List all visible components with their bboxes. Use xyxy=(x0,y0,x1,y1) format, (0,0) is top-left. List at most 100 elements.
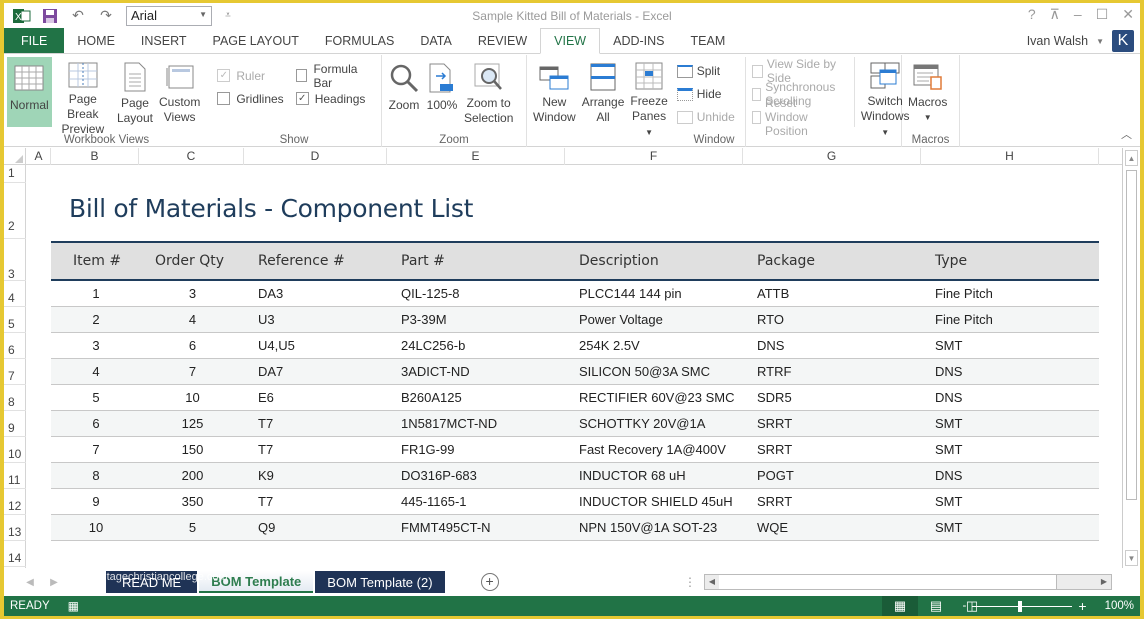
page-layout-view-icon[interactable]: ▤ xyxy=(918,596,954,616)
ruler-checkbox[interactable]: ✓ Ruler xyxy=(217,67,283,84)
cell-description[interactable]: 254K 2.5V xyxy=(565,338,743,353)
row-header[interactable]: 3 xyxy=(4,239,26,281)
normal-view-button[interactable]: Normal xyxy=(7,57,52,127)
close-icon[interactable]: ✕ xyxy=(1122,6,1134,23)
row-header[interactable]: 14 xyxy=(4,541,26,567)
font-name-box[interactable]: Arial ▼ xyxy=(126,5,212,26)
cell-type[interactable]: SMT xyxy=(921,494,1099,509)
cell-type[interactable]: SMT xyxy=(921,442,1099,457)
cell-description[interactable]: Power Voltage xyxy=(565,312,743,327)
header-reference[interactable]: Reference # xyxy=(244,253,387,269)
cell-item[interactable]: 8 xyxy=(51,468,141,483)
tab-insert[interactable]: INSERT xyxy=(128,28,200,53)
col-header-g[interactable]: G xyxy=(743,148,921,165)
new-window-button[interactable]: New Window xyxy=(530,57,579,127)
horizontal-scroll-thumb[interactable] xyxy=(719,575,1057,589)
cell-type[interactable]: SMT xyxy=(921,416,1099,431)
cell-reference[interactable]: E6 xyxy=(244,390,387,405)
row-header[interactable]: 13 xyxy=(4,515,26,541)
cell-description[interactable]: SCHOTTKY 20V@1A xyxy=(565,416,743,431)
cell-part[interactable]: 24LC256-b xyxy=(387,338,565,353)
cell-package[interactable]: RTO xyxy=(743,312,921,327)
cell-type[interactable]: DNS xyxy=(921,364,1099,379)
cell-reference[interactable]: K9 xyxy=(244,468,387,483)
save-icon[interactable] xyxy=(38,5,62,27)
view-side-by-side-button[interactable]: View Side by Side xyxy=(751,57,840,85)
cell-item[interactable]: 3 xyxy=(51,338,141,353)
scroll-up-icon[interactable]: ▲ xyxy=(1125,150,1138,166)
freeze-panes-button[interactable]: Freeze Panes ▼ xyxy=(627,57,670,137)
tab-splitter-handle[interactable]: ⋮ xyxy=(684,575,696,589)
cell-order-qty[interactable]: 6 xyxy=(141,338,244,353)
page-layout-button[interactable]: Page Layout xyxy=(114,57,156,127)
cell-type[interactable]: Fine Pitch xyxy=(921,286,1099,301)
cell-order-qty[interactable]: 150 xyxy=(141,442,244,457)
cell-package[interactable]: SRRT xyxy=(743,442,921,457)
tab-formulas[interactable]: FORMULAS xyxy=(312,28,407,53)
cell-part[interactable]: P3-39M xyxy=(387,312,565,327)
tab-home[interactable]: HOME xyxy=(64,28,128,53)
headings-checkbox[interactable]: ✓ Headings xyxy=(295,90,372,107)
zoom-to-selection-button[interactable]: Zoom to Selection xyxy=(461,57,516,127)
cell-part[interactable]: 445-1165-1 xyxy=(387,494,565,509)
tab-file[interactable]: FILE xyxy=(4,28,65,53)
reset-window-position-button[interactable]: Reset Window Position xyxy=(751,96,840,138)
row-header[interactable]: 11 xyxy=(4,463,26,489)
tab-page-layout[interactable]: PAGE LAYOUT xyxy=(200,28,312,53)
tab-add-ins[interactable]: ADD-INS xyxy=(600,28,677,53)
header-order-qty[interactable]: Order Qty xyxy=(141,253,244,269)
horizontal-scrollbar[interactable]: ◀ ▶ xyxy=(704,574,1112,590)
cell-package[interactable]: ATTB xyxy=(743,286,921,301)
cell-order-qty[interactable]: 7 xyxy=(141,364,244,379)
split-button[interactable]: Split xyxy=(676,61,735,81)
row-header[interactable]: 6 xyxy=(4,333,26,359)
row-header[interactable]: 4 xyxy=(4,281,26,307)
row-header[interactable]: 2 xyxy=(4,183,26,239)
cell-reference[interactable]: DA7 xyxy=(244,364,387,379)
vertical-scroll-thumb[interactable] xyxy=(1126,170,1137,500)
cell-order-qty[interactable]: 4 xyxy=(141,312,244,327)
tab-team[interactable]: TEAM xyxy=(678,28,739,53)
row-header[interactable]: 5 xyxy=(4,307,26,333)
cell-item[interactable]: 7 xyxy=(51,442,141,457)
zoom-slider[interactable] xyxy=(972,600,1073,612)
header-part[interactable]: Part # xyxy=(387,253,565,269)
cell-order-qty[interactable]: 10 xyxy=(141,390,244,405)
scroll-down-icon[interactable]: ▼ xyxy=(1125,550,1138,566)
cell-reference[interactable]: U3 xyxy=(244,312,387,327)
cell-description[interactable]: RECTIFIER 60V@23 SMC xyxy=(565,390,743,405)
help-icon[interactable]: ? xyxy=(1028,6,1036,23)
collapse-ribbon-icon[interactable]: ︿ xyxy=(1121,126,1132,142)
customize-qat-icon[interactable]: ⩡ xyxy=(216,5,240,27)
cell-part[interactable]: 1N5817MCT-ND xyxy=(387,416,565,431)
maximize-icon[interactable]: ☐ xyxy=(1096,6,1109,23)
tab-view[interactable]: VIEW xyxy=(540,28,601,54)
zoom-button[interactable]: Zoom xyxy=(385,57,423,127)
custom-views-button[interactable]: Custom Views xyxy=(156,57,203,127)
cell-order-qty[interactable]: 350 xyxy=(141,494,244,509)
macros-button[interactable]: Macros ▼ xyxy=(905,57,950,127)
arrange-all-button[interactable]: Arrange All xyxy=(579,57,628,127)
header-item[interactable]: Item # xyxy=(51,253,141,269)
tab-data[interactable]: DATA xyxy=(407,28,464,53)
cell-item[interactable]: 6 xyxy=(51,416,141,431)
col-header-d[interactable]: D xyxy=(244,148,387,165)
row-header[interactable]: 8 xyxy=(4,385,26,411)
cell-package[interactable]: SRRT xyxy=(743,416,921,431)
cell-reference[interactable]: T7 xyxy=(244,494,387,509)
cell-description[interactable]: NPN 150V@1A SOT-23 xyxy=(565,520,743,535)
sheet-tab-bom-template-2[interactable]: BOM Template (2) xyxy=(315,571,445,593)
cell-package[interactable]: POGT xyxy=(743,468,921,483)
cell-part[interactable]: QIL-125-8 xyxy=(387,286,565,301)
cell-package[interactable]: SDR5 xyxy=(743,390,921,405)
cell-item[interactable]: 10 xyxy=(51,520,141,535)
scroll-right-icon[interactable]: ▶ xyxy=(1097,575,1111,589)
row-header[interactable]: 7 xyxy=(4,359,26,385)
cell-reference[interactable]: T7 xyxy=(244,442,387,457)
add-sheet-icon[interactable]: + xyxy=(480,573,499,591)
header-type[interactable]: Type xyxy=(921,253,1099,269)
hide-button[interactable]: Hide xyxy=(676,84,735,104)
cell-part[interactable]: FR1G-99 xyxy=(387,442,565,457)
col-header-f[interactable]: F xyxy=(565,148,743,165)
cell-type[interactable]: SMT xyxy=(921,338,1099,353)
